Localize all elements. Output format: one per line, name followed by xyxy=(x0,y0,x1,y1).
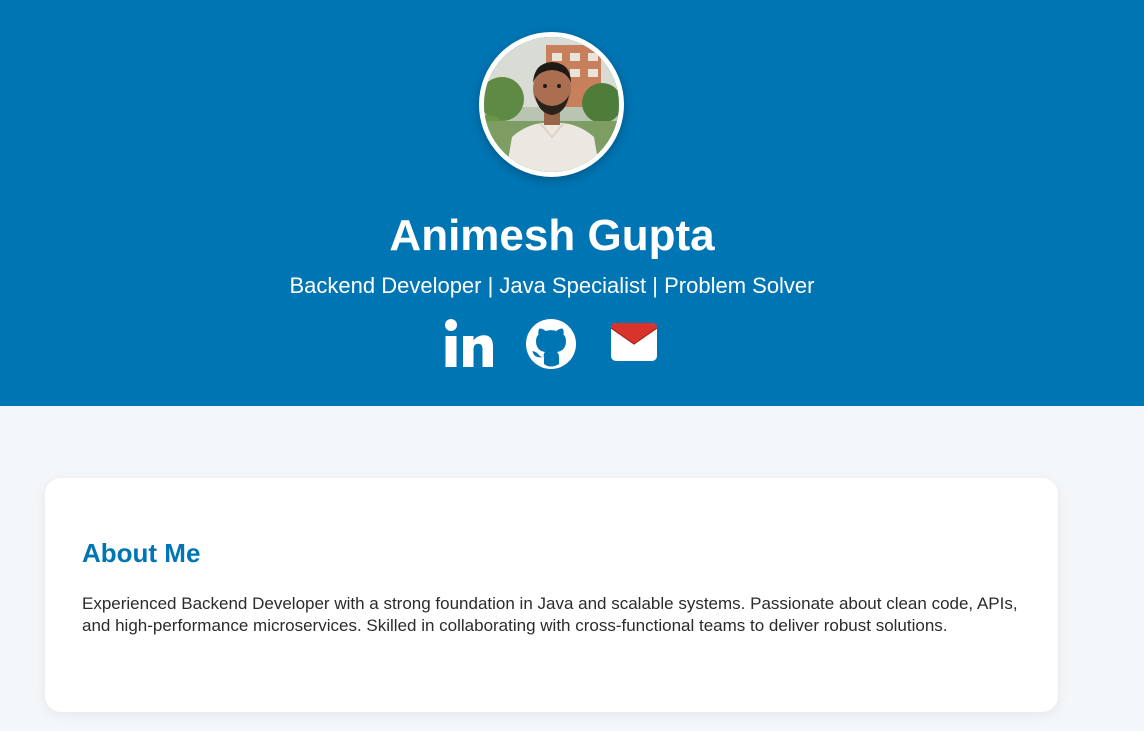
profile-name: Animesh Gupta xyxy=(389,211,715,260)
email-link[interactable] xyxy=(609,318,659,370)
profile-header: Animesh Gupta Backend Developer | Java S… xyxy=(0,0,1144,406)
profile-photo-image xyxy=(484,37,619,172)
linkedin-link[interactable] xyxy=(444,318,494,370)
profile-photo xyxy=(479,32,624,177)
about-text: Experienced Backend Developer with a str… xyxy=(82,594,1018,635)
about-card: About Me Experienced Backend Developer w… xyxy=(45,478,1058,712)
github-icon xyxy=(526,319,576,369)
mail-icon xyxy=(610,323,658,361)
profile-tagline: Backend Developer | Java Specialist | Pr… xyxy=(289,273,815,298)
github-link[interactable] xyxy=(524,318,578,370)
about-title: About Me xyxy=(82,538,201,568)
linkedin-icon xyxy=(445,319,493,367)
